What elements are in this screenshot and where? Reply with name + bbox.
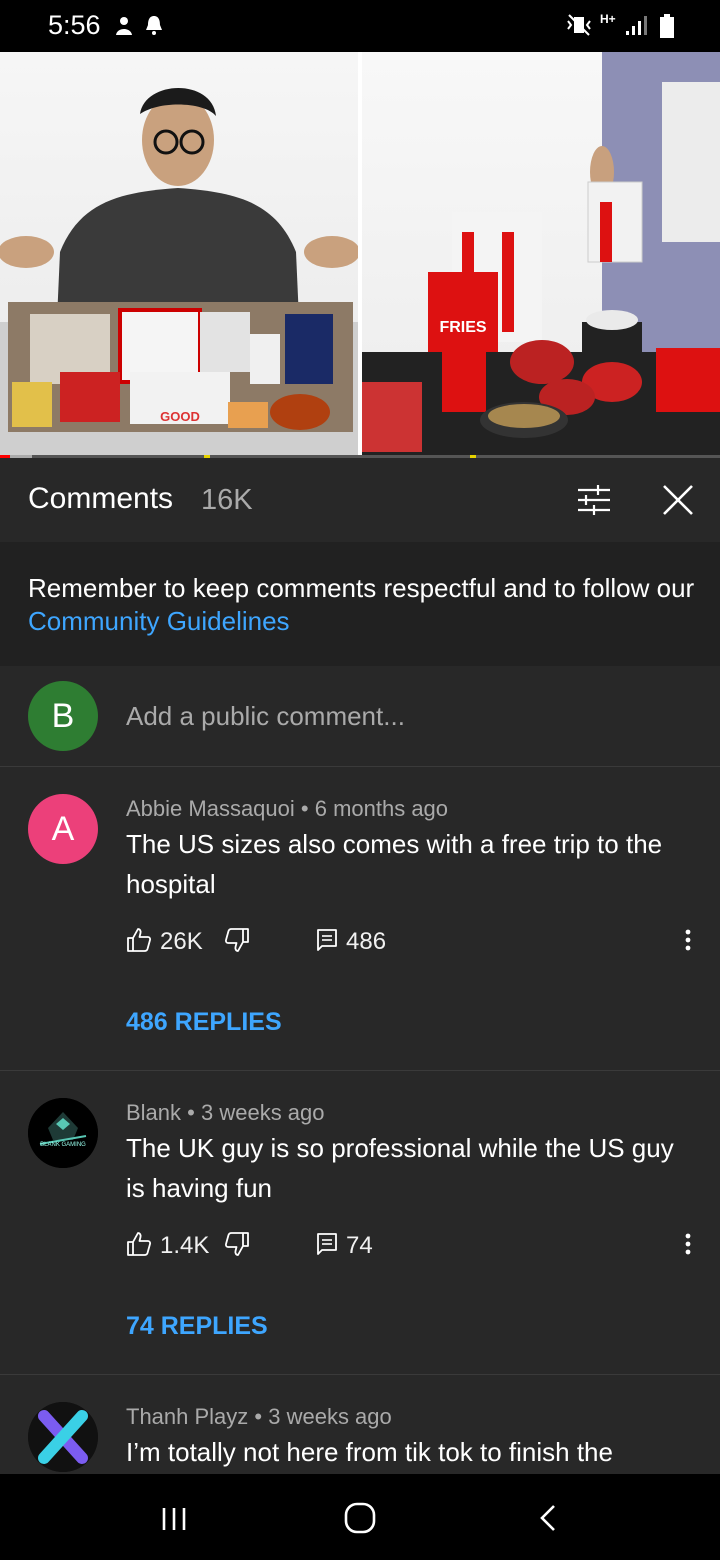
comment-author[interactable]: Thanh Playz — [126, 1404, 248, 1429]
status-time: 5:56 — [48, 10, 101, 40]
thumbs-up-icon — [126, 927, 152, 958]
comment-text: The US sizes also comes with a free trip… — [126, 829, 663, 899]
back-icon[interactable] — [526, 1496, 570, 1540]
add-comment-row[interactable]: B Add a public comment... — [0, 666, 720, 767]
reply-button[interactable]: 74 — [316, 1228, 373, 1264]
community-guidelines-link[interactable]: Community Guidelines — [28, 606, 290, 636]
reply-count: 486 — [346, 928, 387, 955]
network-type-label: H+ — [600, 12, 616, 26]
dislike-button[interactable] — [224, 1228, 250, 1264]
right-panel-caption: FRIES — [439, 319, 486, 336]
guideline-message: Remember to keep comments respectful and… — [28, 573, 695, 603]
comments-header: Comments 16K — [0, 458, 720, 542]
comment-meta: Blank • 3 weeks ago — [126, 1100, 325, 1125]
like-button[interactable]: 26K — [126, 924, 203, 960]
sort-filter-icon[interactable] — [572, 478, 616, 522]
comment-time: 3 weeks ago — [200, 1100, 325, 1125]
comment-author[interactable]: Blank — [126, 1100, 181, 1125]
battery-icon — [658, 13, 682, 38]
comment-time: 6 months ago — [314, 796, 449, 821]
close-icon[interactable] — [656, 478, 700, 522]
vibrate-mute-icon — [566, 13, 591, 37]
thanh-playz-logo — [28, 1402, 98, 1472]
comment-actions: 26K 486 — [126, 924, 706, 960]
like-count: 26K — [160, 928, 203, 955]
notification-app-icon — [112, 13, 136, 37]
view-replies-button[interactable]: 74 REPLIES — [126, 1312, 268, 1341]
comment-item: BLANK GAMING Blank • 3 weeks ago The UK … — [0, 1070, 720, 1375]
comments-title: Comments — [28, 482, 174, 515]
status-bar: 5:56 H+ — [0, 0, 720, 52]
us-guy-food-image: FRIES — [362, 52, 720, 458]
reply-count: 74 — [346, 1232, 373, 1259]
recent-apps-icon[interactable] — [152, 1496, 196, 1540]
signal-icon — [624, 13, 648, 37]
left-panel-caption: GOOD — [160, 409, 200, 424]
more-options-button[interactable] — [678, 1228, 698, 1264]
comment-meta: Thanh Playz • 3 weeks ago — [126, 1404, 392, 1429]
user-avatar: B — [28, 681, 98, 751]
blank-gaming-logo: BLANK GAMING — [28, 1098, 98, 1168]
reply-button[interactable]: 486 — [316, 924, 386, 960]
like-count: 1.4K — [160, 1232, 210, 1259]
system-nav-bar — [0, 1474, 720, 1560]
comment-avatar[interactable]: BLANK GAMING — [28, 1098, 98, 1168]
add-comment-input[interactable]: Add a public comment... — [126, 701, 405, 732]
more-vert-icon — [678, 927, 698, 958]
dislike-button[interactable] — [224, 924, 250, 960]
like-button[interactable]: 1.4K — [126, 1228, 209, 1264]
avatar-caption: BLANK GAMING — [40, 1142, 86, 1148]
more-options-button[interactable] — [678, 924, 698, 960]
view-replies-button[interactable]: 486 REPLIES — [126, 1008, 282, 1037]
reply-icon — [316, 1231, 338, 1262]
reply-icon — [316, 927, 338, 958]
uk-guy-food-image: GOOD — [0, 88, 360, 458]
comment-actions: 1.4K 74 — [126, 1228, 706, 1264]
thumbs-down-icon — [224, 1231, 250, 1262]
video-player[interactable]: GOOD FRIES — [0, 52, 720, 458]
video-left-panel: GOOD — [0, 52, 360, 458]
home-icon[interactable] — [338, 1496, 382, 1540]
comment-text: The UK guy is so professional while the … — [126, 1133, 674, 1203]
guideline-text: Remember to keep comments respectful and… — [28, 572, 698, 638]
comment-text: I’m totally not here from tik tok to fin… — [126, 1437, 613, 1467]
comment-time: 3 weeks ago — [268, 1404, 392, 1429]
more-vert-icon — [678, 1231, 698, 1262]
comment-meta: Abbie Massaquoi • 6 months ago — [126, 796, 449, 821]
thumbs-up-icon — [126, 1231, 152, 1262]
comment-item: Thanh Playz • 3 weeks ago I’m totally no… — [0, 1374, 720, 1474]
comment-author[interactable]: Abbie Massaquoi — [126, 796, 295, 821]
bell-icon — [142, 13, 166, 37]
video-right-panel: FRIES — [362, 52, 720, 458]
guideline-banner: Remember to keep comments respectful and… — [0, 542, 720, 666]
comment-avatar[interactable]: A — [28, 794, 98, 864]
thumbs-down-icon — [224, 927, 250, 958]
comment-avatar[interactable] — [28, 1402, 98, 1472]
comment-item: A Abbie Massaquoi • 6 months ago The US … — [0, 766, 720, 1071]
comments-count: 16K — [201, 484, 253, 516]
